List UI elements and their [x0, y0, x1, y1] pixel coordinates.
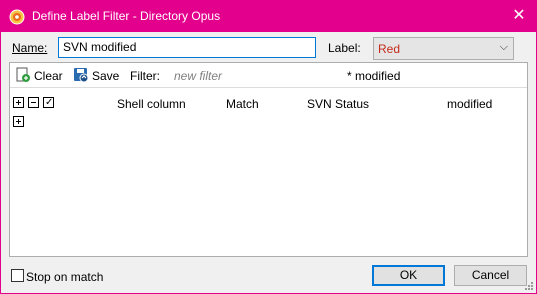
close-icon[interactable]: ✕ [502, 1, 536, 32]
label-label: Label: [328, 41, 361, 55]
name-label-text: Name: [12, 41, 48, 55]
chevron-down-icon: ⌵ [499, 41, 508, 53]
label-dropdown-value: Red [378, 42, 401, 56]
clear-button[interactable]: Clear [34, 69, 63, 83]
dialog-window: Define Label Filter - Directory Opus ✕ N… [0, 0, 537, 294]
filter-input[interactable]: new filter [174, 69, 222, 83]
column-header-svn-status: SVN Status [307, 97, 370, 111]
plus-box-icon[interactable] [13, 97, 24, 108]
column-header-modified: modified [447, 97, 493, 111]
clear-filter-icon[interactable] [15, 67, 31, 83]
column-header-shell: Shell column [117, 97, 186, 111]
name-field[interactable]: SVN modified [58, 37, 316, 58]
resize-grip-icon[interactable] [524, 281, 534, 291]
minus-box-icon[interactable] [28, 97, 39, 108]
filter-toolbar: Clear Save Filter: new filter * modified [10, 63, 527, 88]
filter-panel: Clear Save Filter: new filter * modified… [9, 62, 528, 257]
check-box-icon[interactable]: ✓ [43, 97, 54, 108]
column-header-match: Match [226, 97, 259, 111]
stop-on-match-label[interactable]: Stop on match [26, 270, 103, 284]
label-dropdown[interactable]: Red ⌵ [373, 37, 514, 60]
name-label: Name: [12, 41, 47, 55]
filter-label: Filter: [130, 69, 160, 83]
filter-result-text: * modified [347, 69, 401, 83]
stop-on-match-checkbox[interactable] [11, 269, 24, 282]
ok-button[interactable]: OK [372, 265, 445, 286]
save-button[interactable]: Save [92, 69, 119, 83]
title-bar[interactable]: Define Label Filter - Directory Opus ✕ [1, 1, 536, 32]
directory-opus-icon [9, 9, 25, 25]
save-icon[interactable] [73, 67, 89, 83]
window-title: Define Label Filter - Directory Opus [32, 9, 221, 23]
cancel-button[interactable]: Cancel [454, 265, 527, 286]
add-row-plus-icon[interactable] [13, 116, 24, 127]
